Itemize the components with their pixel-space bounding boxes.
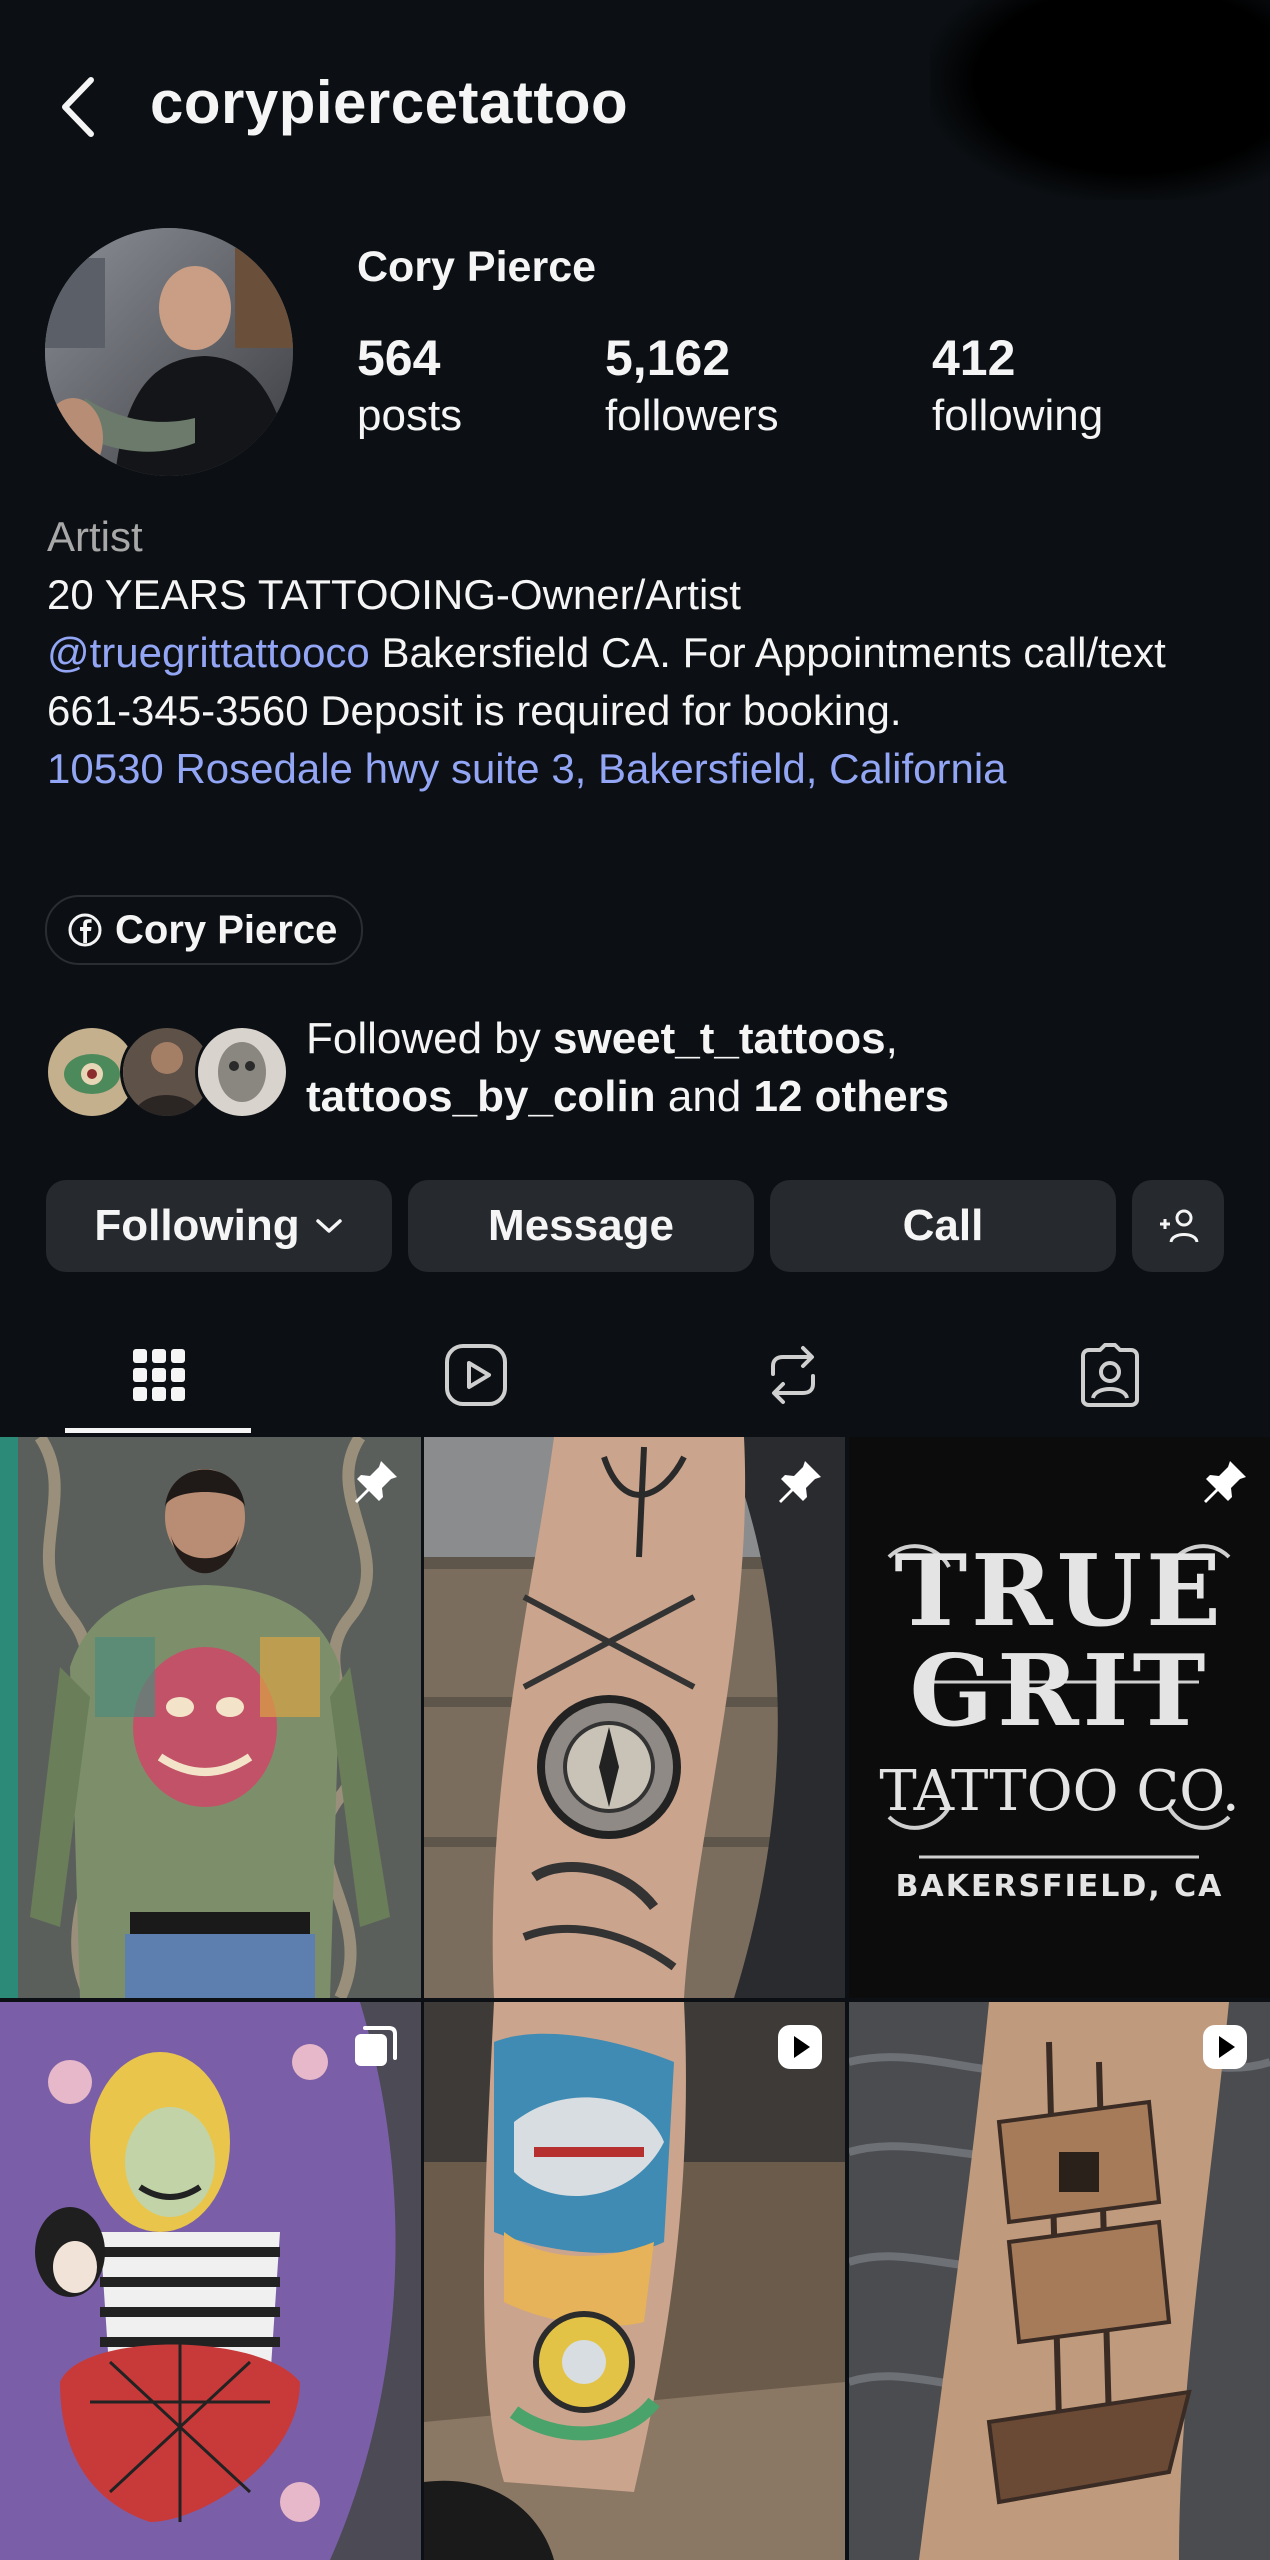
followed-by-and: and (655, 1072, 754, 1121)
pin-icon (779, 1461, 821, 1503)
address-link[interactable]: 10530 Rosedale hwy suite 3, Bakersfield,… (47, 740, 1237, 798)
stat-followers[interactable]: 5,162 followers (605, 328, 779, 444)
tab-tagged[interactable] (951, 1310, 1268, 1440)
call-button-label: Call (902, 1201, 984, 1250)
active-tab-indicator (65, 1428, 251, 1433)
logo-line-1: TRUE (894, 1534, 1225, 1649)
profile-tabs (0, 1310, 1270, 1440)
add-person-icon (1160, 1209, 1199, 1243)
repost-icon (770, 1346, 815, 1404)
posts-label: posts (357, 391, 463, 440)
logo-line-3: TATTOO CO. (879, 1759, 1240, 1824)
bio: Artist 20 YEARS TATTOOING-Owner/Artist @… (47, 508, 1237, 798)
followed-by-separator: , (885, 1014, 898, 1063)
chevron-down-icon (315, 1219, 342, 1233)
facebook-link-label: Cory Pierce (115, 907, 338, 952)
top-right-shadow (930, 0, 1270, 200)
chevron-left-icon[interactable] (55, 72, 105, 142)
mutual-user-1: sweet_t_tattoos (553, 1014, 886, 1063)
reels-play-icon (444, 1344, 507, 1406)
tab-reels[interactable] (317, 1310, 634, 1440)
logo-line-2: GRIT (909, 1634, 1210, 1749)
posts-count: 564 (357, 330, 441, 386)
grid-post[interactable] (0, 1437, 421, 1998)
grid-post[interactable]: TRUE GRIT TATTOO CO. BAKERSFIELD, CA (849, 1437, 1270, 1998)
call-button[interactable]: Call (770, 1180, 1116, 1272)
mutual-avatar (195, 1025, 289, 1119)
mutual-user-2: tattoos_by_colin (306, 1072, 656, 1121)
grid-post[interactable] (424, 1437, 845, 1998)
top-bar: corypiercetattoo (0, 0, 1270, 210)
profile-username: corypiercetattoo (150, 69, 629, 136)
video-icon (778, 2025, 822, 2069)
bio-line-1: 20 YEARS TATTOOING-Owner/Artist (47, 571, 741, 618)
message-button[interactable]: Message (408, 1180, 754, 1272)
bio-body: @truegrittattooco Bakersfield CA. For Ap… (47, 624, 1237, 740)
avatar[interactable] (45, 228, 293, 476)
following-count: 412 (932, 330, 1016, 386)
facebook-icon (68, 913, 102, 947)
tab-posts-grid[interactable] (0, 1310, 317, 1440)
grid-post[interactable] (0, 2002, 421, 2560)
facebook-link-chip[interactable]: Cory Pierce (45, 895, 364, 965)
display-name: Cory Pierce (357, 243, 597, 291)
stat-following[interactable]: 412 following (932, 328, 1103, 444)
grid-icon (132, 1349, 185, 1401)
grid-post[interactable] (849, 2002, 1270, 2560)
mutual-followers-avatars[interactable] (45, 1025, 289, 1119)
pin-icon (1204, 1461, 1246, 1503)
pin-icon (355, 1461, 397, 1503)
tagged-person-icon (1080, 1343, 1139, 1407)
followers-count: 5,162 (605, 330, 731, 386)
mutual-others-count: 12 others (753, 1072, 950, 1121)
followers-label: followers (605, 391, 779, 440)
message-button-label: Message (488, 1201, 674, 1250)
following-label: following (932, 391, 1104, 440)
followed-by-text[interactable]: Followed by sweet_t_tattoos, tattoos_by_… (306, 1010, 1236, 1126)
video-icon (1203, 2025, 1247, 2069)
following-button-label: Following (94, 1201, 300, 1250)
following-button[interactable]: Following (46, 1180, 392, 1272)
followed-by-prefix: Followed by (306, 1014, 554, 1063)
tab-reposts[interactable] (634, 1310, 951, 1440)
profile-category: Artist (47, 513, 143, 560)
carousel-icon (355, 2026, 397, 2066)
stat-posts[interactable]: 564 posts (357, 328, 462, 444)
suggested-users-button[interactable] (1132, 1180, 1224, 1272)
posts-grid: TRUE GRIT TATTOO CO. BAKERSFIELD, CA (0, 1437, 1270, 2560)
grid-post[interactable] (424, 2002, 845, 2560)
logo-line-4: BAKERSFIELD, CA (895, 1869, 1224, 1904)
bio-mention-link[interactable]: @truegrittattooco (47, 629, 370, 676)
